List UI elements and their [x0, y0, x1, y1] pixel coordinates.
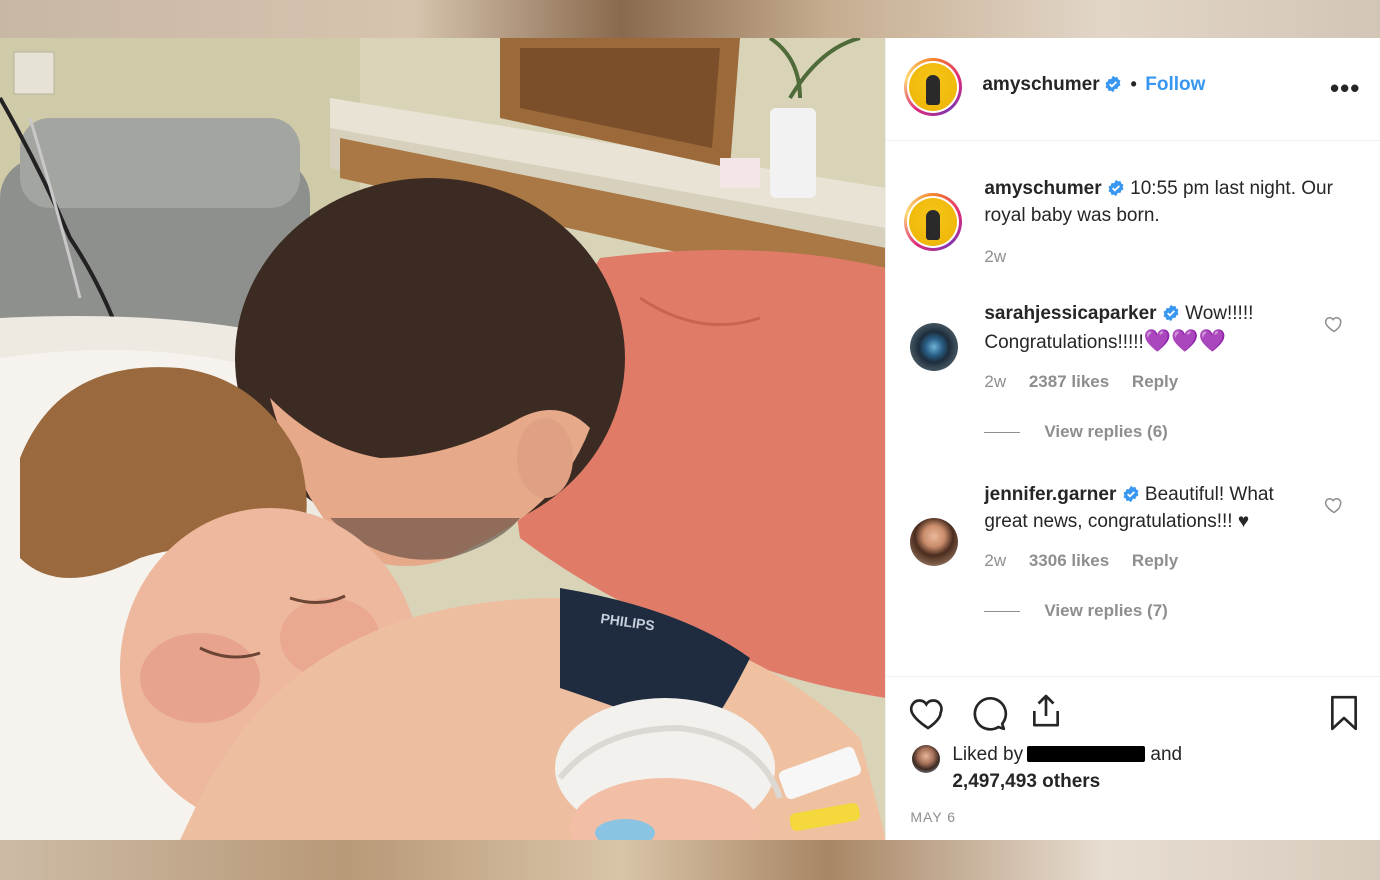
verified-badge-icon: [1123, 485, 1139, 503]
background-blur-bottom: [0, 840, 1380, 880]
heart-icon[interactable]: [908, 693, 948, 733]
liker-avatar[interactable]: [912, 745, 941, 773]
reply-button[interactable]: Reply: [1132, 551, 1178, 570]
comment-item: sarahjessicaparker Wow!!!!! Congratulati…: [984, 300, 1314, 442]
instagram-post: PHILIPS amyschumer • Follow ••• amyschum…: [0, 38, 1380, 840]
view-replies-label: View replies (6): [1044, 422, 1168, 441]
header-user-line: amyschumer • Follow: [982, 74, 1205, 96]
liked-by-prefix: Liked by: [952, 744, 1024, 765]
replies-divider: [984, 432, 1021, 434]
liked-by-suffix: and: [1150, 744, 1183, 765]
more-options-icon[interactable]: •••: [1330, 75, 1360, 101]
comment-icon[interactable]: [968, 693, 1008, 733]
verified-badge-icon: [1105, 75, 1121, 93]
author-avatar[interactable]: [904, 58, 963, 116]
post-date[interactable]: MAY 6: [910, 809, 956, 825]
verified-badge-icon: [1163, 304, 1179, 322]
post-photo[interactable]: PHILIPS: [0, 38, 886, 840]
reply-button[interactable]: Reply: [1132, 372, 1178, 391]
replies-divider: [984, 611, 1021, 613]
bookmark-icon[interactable]: [1324, 693, 1364, 733]
comment-meta: 2w 2387 likes Reply: [984, 372, 1314, 392]
view-replies-label: View replies (7): [1044, 601, 1168, 620]
caption-age[interactable]: 2w: [984, 247, 1354, 267]
redacted-username: [1027, 746, 1146, 762]
likes-summary: Liked by and 2,497,493 others: [952, 741, 1352, 795]
purple-hearts-emoji: 💜💜💜: [1143, 328, 1227, 353]
comment-username[interactable]: sarahjessicaparker: [984, 303, 1156, 324]
header-username[interactable]: amyschumer: [982, 74, 1099, 95]
comment-like-heart-icon[interactable]: [1324, 314, 1344, 334]
post-side-panel: amyschumer • Follow ••• amyschumer 10:55…: [885, 38, 1380, 840]
amy-avatar-image: [909, 63, 958, 111]
share-icon[interactable]: [1026, 691, 1066, 731]
likes-count[interactable]: 2,497,493 others: [952, 771, 1100, 792]
comment-likes[interactable]: 2387 likes: [1029, 372, 1109, 391]
follow-button[interactable]: Follow: [1145, 74, 1205, 95]
comment-username[interactable]: jennifer.garner: [984, 484, 1116, 505]
comment-likes[interactable]: 3306 likes: [1029, 551, 1109, 570]
hospital-photo-illustration: PHILIPS: [0, 38, 886, 840]
commenter-avatar[interactable]: [910, 518, 959, 566]
comment-age[interactable]: 2w: [984, 551, 1006, 570]
comment-item: jennifer.garner Beautiful! What great ne…: [984, 481, 1314, 621]
background-blur-top: [0, 0, 1380, 38]
post-actions: Liked by and 2,497,493 others MAY 6: [886, 676, 1380, 841]
comment-like-heart-icon[interactable]: [1324, 495, 1344, 515]
verified-badge-icon: [1108, 179, 1124, 197]
view-replies-button[interactable]: View replies (6): [984, 422, 1314, 442]
post-header: amyschumer • Follow •••: [886, 38, 1380, 141]
comment-meta: 2w 3306 likes Reply: [984, 551, 1314, 571]
caption-avatar[interactable]: [904, 193, 963, 251]
commenter-avatar[interactable]: [910, 323, 959, 371]
amy-avatar-image: [909, 198, 958, 246]
caption-username[interactable]: amyschumer: [984, 178, 1101, 199]
comment-age[interactable]: 2w: [984, 372, 1006, 391]
header-separator: •: [1130, 74, 1137, 94]
view-replies-button[interactable]: View replies (7): [984, 601, 1314, 621]
caption: amyschumer 10:55 pm last night. Our roya…: [984, 175, 1354, 267]
